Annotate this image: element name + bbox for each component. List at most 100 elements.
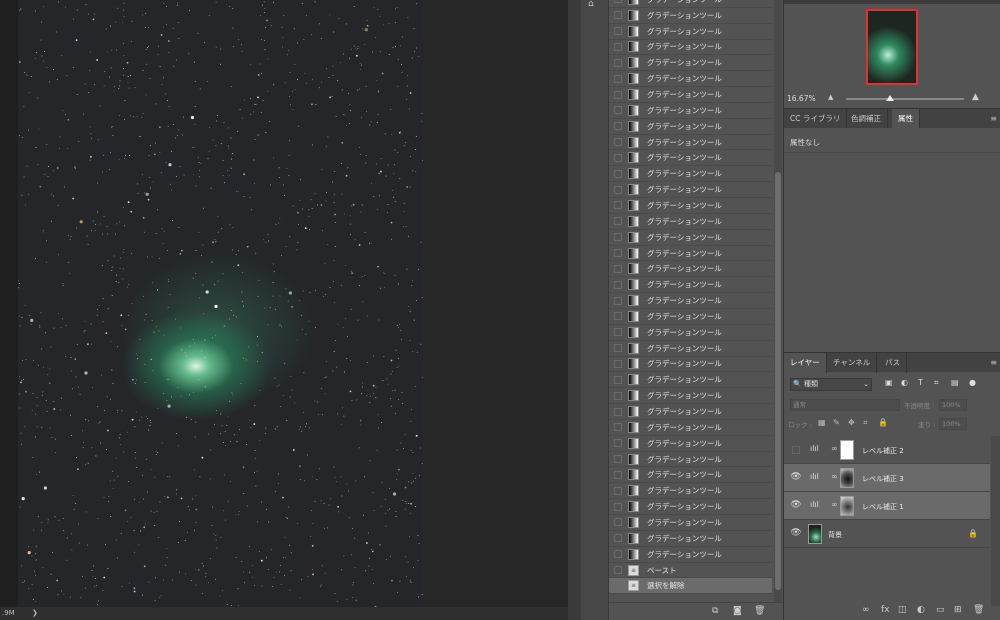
zoom-level[interactable]: 16.67%	[787, 94, 816, 103]
history-state-row[interactable]: グラデーションツール	[609, 547, 772, 563]
snapshot-source-checkbox[interactable]	[614, 153, 622, 162]
lock-all-icon[interactable]: 🔒	[878, 418, 888, 427]
tab-adjustments[interactable]: 色調補正	[845, 109, 888, 129]
filter-shape-icon[interactable]: ⌗	[934, 378, 939, 388]
tab-channels[interactable]: チャンネル	[827, 353, 878, 373]
filter-smart-object-icon[interactable]: ▤	[951, 378, 959, 387]
snapshot-source-checkbox[interactable]	[614, 534, 622, 543]
comet-starfield-image[interactable]	[18, 0, 423, 607]
history-state-row[interactable]: グラデーションツール	[609, 420, 772, 436]
history-state-row[interactable]: ≡ 選択を解除	[609, 578, 772, 595]
document-canvas[interactable]	[0, 0, 568, 607]
lock-transparent-icon[interactable]: ▦	[818, 418, 826, 427]
zoom-in-mountain-icon[interactable]: ▲	[972, 92, 979, 102]
fill-field[interactable]: 100%	[939, 418, 967, 430]
chain-link-icon[interactable]: ∞	[831, 444, 838, 453]
snapshot-source-checkbox[interactable]	[614, 11, 622, 20]
filter-toggle-icon[interactable]: ●	[969, 378, 976, 387]
history-state-row[interactable]: グラデーションツール	[609, 40, 772, 56]
snapshot-source-checkbox[interactable]	[614, 470, 622, 479]
layer-row[interactable]: 👁 ılıl ∞ レベル補正 1	[784, 492, 990, 520]
history-state-row[interactable]: グラデーションツール	[609, 230, 772, 246]
snapshot-source-checkbox[interactable]	[614, 280, 622, 289]
snapshot-source-checkbox[interactable]	[614, 328, 622, 337]
tab-paths[interactable]: パス	[879, 353, 907, 373]
tab-cc-libraries[interactable]: CC ライブラリ	[784, 109, 848, 129]
snapshot-source-checkbox[interactable]	[614, 249, 622, 258]
zoom-slider-knob[interactable]	[886, 95, 894, 101]
snapshot-source-checkbox[interactable]	[614, 122, 622, 131]
snapshot-source-checkbox[interactable]	[614, 407, 622, 416]
history-state-row[interactable]: グラデーションツール	[609, 87, 772, 103]
history-state-row[interactable]: グラデーションツール	[609, 515, 772, 531]
snapshot-source-checkbox[interactable]	[614, 518, 622, 527]
layer-mask-thumbnail[interactable]	[840, 468, 854, 488]
snapshot-source-checkbox[interactable]	[614, 375, 622, 384]
snapshot-source-checkbox[interactable]	[614, 90, 622, 99]
opacity-field[interactable]: 100%	[939, 399, 967, 411]
blend-mode-select[interactable]: 通常	[790, 399, 900, 411]
filter-adjustment-icon[interactable]: ◐	[901, 378, 908, 387]
layer-row[interactable]: ılıl ∞ レベル補正 2	[784, 436, 990, 464]
snapshot-source-checkbox[interactable]	[614, 344, 622, 353]
history-state-row[interactable]: グラデーションツール	[609, 166, 772, 183]
layer-name[interactable]: レベル補正 2	[862, 446, 904, 456]
layer-name[interactable]: 背景	[828, 530, 842, 540]
snapshot-source-checkbox[interactable]	[614, 58, 622, 67]
snapshot-source-checkbox[interactable]	[614, 27, 622, 36]
snapshot-source-checkbox[interactable]	[614, 106, 622, 115]
link-layers-icon[interactable]: ∞	[862, 605, 870, 615]
history-scroll-thumb[interactable]	[775, 172, 781, 590]
snapshot-source-checkbox[interactable]	[614, 359, 622, 368]
snapshot-source-checkbox[interactable]	[614, 233, 622, 242]
lock-position-icon[interactable]: ✥	[848, 418, 855, 427]
layer-mask-thumbnail[interactable]	[840, 440, 854, 460]
history-state-row[interactable]: グラデーションツール	[609, 483, 772, 500]
history-state-row[interactable]: グラデーションツール	[609, 198, 772, 214]
new-layer-icon[interactable]: ⊞	[954, 605, 962, 615]
snapshot-source-checkbox[interactable]	[614, 502, 622, 511]
history-state-row[interactable]: グラデーションツール	[609, 499, 772, 516]
snapshot-source-checkbox[interactable]	[614, 296, 622, 305]
new-snapshot-from-state-icon[interactable]: ⧉	[712, 606, 718, 616]
snapshot-source-checkbox[interactable]	[614, 455, 622, 464]
snapshot-source-checkbox[interactable]	[614, 42, 622, 51]
new-group-icon[interactable]: ▭	[936, 605, 945, 615]
eye-icon[interactable]: 👁	[790, 528, 802, 540]
filter-pixel-icon[interactable]: ▣	[885, 378, 893, 387]
history-state-row[interactable]: グラデーションツール	[609, 151, 772, 167]
layers-scrollbar[interactable]	[991, 436, 1000, 606]
background-thumbnail[interactable]	[808, 524, 822, 544]
history-state-row[interactable]: グラデーションツール	[609, 24, 772, 40]
history-state-row[interactable]: グラデーションツール	[609, 119, 772, 135]
history-state-row[interactable]: グラデーションツール	[609, 0, 772, 8]
snapshot-source-checkbox[interactable]	[614, 0, 622, 4]
chain-link-icon[interactable]: ∞	[831, 472, 838, 481]
zoom-out-mountain-icon[interactable]: ▲	[828, 93, 833, 101]
layers-menu-icon[interactable]: ≡	[990, 358, 997, 367]
zoom-slider[interactable]	[846, 98, 964, 100]
history-state-row[interactable]: グラデーションツール	[609, 468, 772, 484]
history-brush-icon[interactable]: ⌂	[588, 0, 602, 9]
snapshot-source-checkbox[interactable]	[614, 138, 622, 147]
tab-layers[interactable]: レイヤー	[784, 353, 827, 373]
history-state-row[interactable]: グラデーションツール	[609, 214, 772, 230]
snapshot-source-checkbox[interactable]	[614, 201, 622, 210]
properties-menu-icon[interactable]: ≡	[990, 114, 997, 123]
history-state-row[interactable]: グラデーションツール	[609, 71, 772, 88]
fx-icon[interactable]: fx	[881, 605, 890, 615]
eye-icon[interactable]: 👁	[790, 472, 802, 484]
snapshot-source-checkbox[interactable]	[614, 74, 622, 83]
history-state-row[interactable]: グラデーションツール	[609, 246, 772, 262]
history-state-row[interactable]: ≡ ペースト	[609, 563, 772, 579]
trash-icon[interactable]: 🗑	[754, 606, 765, 616]
history-state-row[interactable]: グラデーションツール	[609, 182, 772, 199]
history-state-row[interactable]: グラデーションツール	[609, 388, 772, 405]
history-state-row[interactable]: グラデーションツール	[609, 8, 772, 24]
snapshot-source-checkbox[interactable]	[614, 264, 622, 273]
layer-kind-select[interactable]: 🔍 種類 ⌄	[790, 378, 872, 391]
chain-link-icon[interactable]: ∞	[831, 500, 838, 509]
snapshot-source-checkbox[interactable]	[614, 185, 622, 194]
history-state-row[interactable]: グラデーションツール	[609, 404, 772, 420]
lock-artboard-icon[interactable]: ⌗	[863, 418, 868, 428]
